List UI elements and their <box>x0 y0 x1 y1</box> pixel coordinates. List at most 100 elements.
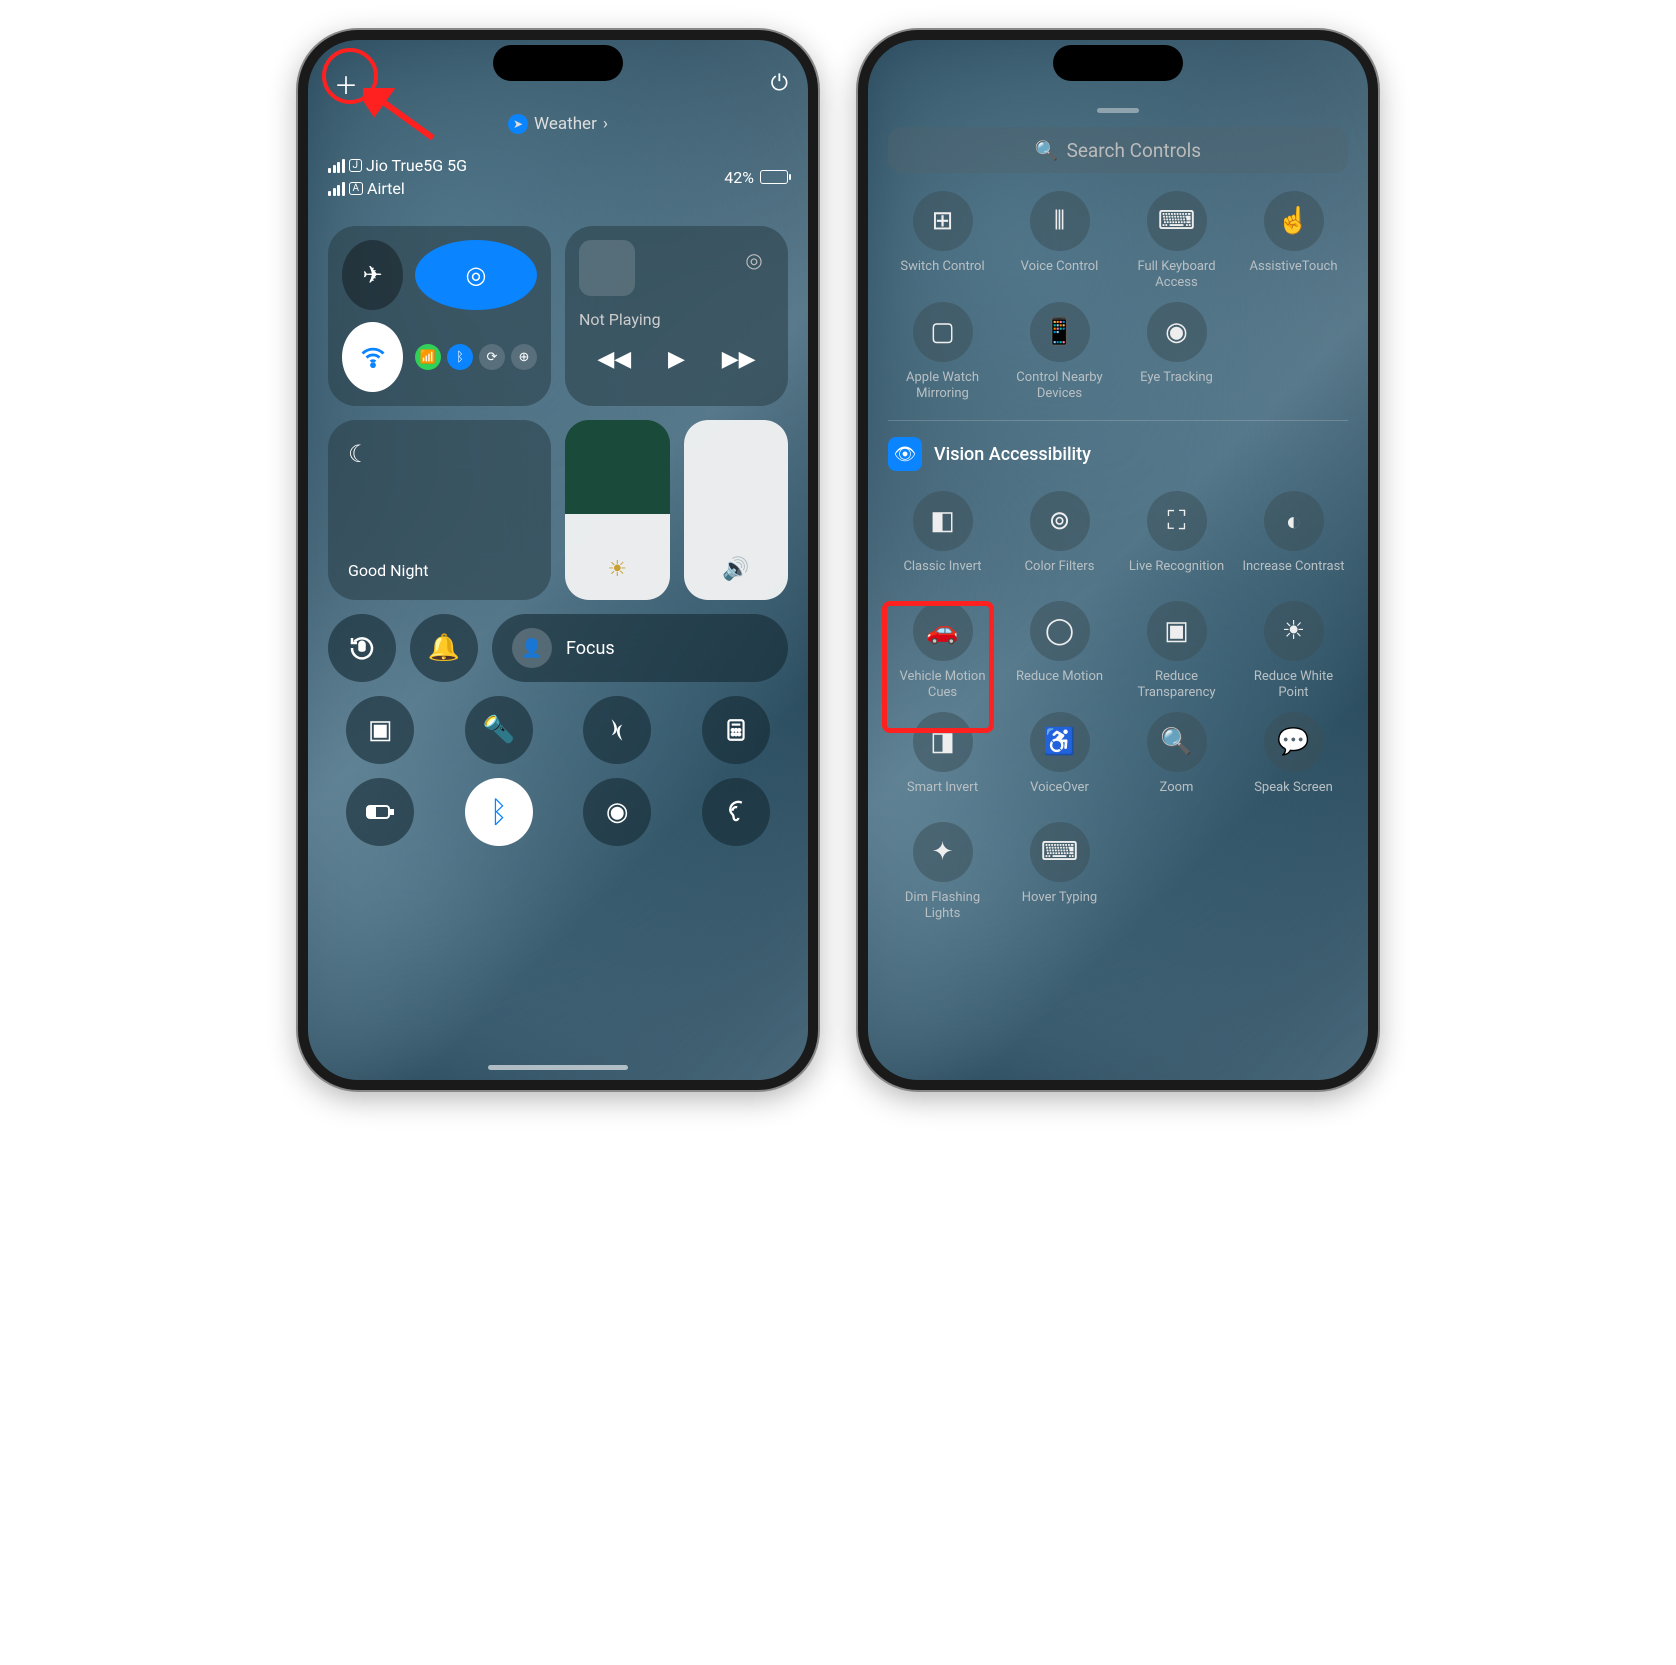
speak-screen-icon: 💬 <box>1264 712 1324 772</box>
rotation-lock-button[interactable] <box>328 614 396 682</box>
control-label: Smart Invert <box>907 780 978 812</box>
focus-pill-label: Focus <box>566 638 615 659</box>
volume-slider[interactable]: 🔊 <box>684 420 789 600</box>
control-label: Reduce Transparency <box>1122 669 1231 702</box>
dynamic-island <box>493 45 623 81</box>
control-label: Speak Screen <box>1254 780 1333 812</box>
control-hover-typing[interactable]: ⌨ Hover Typing <box>1005 822 1114 923</box>
cellular-button[interactable]: 📶 <box>415 344 441 370</box>
calculator-button[interactable] <box>702 696 770 764</box>
eye-tracking-icon: ◉ <box>1147 302 1207 362</box>
airdrop-button[interactable]: ◎ <box>415 240 537 310</box>
play-button[interactable]: ▶ <box>668 347 685 372</box>
hearing-button[interactable] <box>702 778 770 846</box>
dynamic-island <box>1053 45 1183 81</box>
hotspot-button[interactable]: ⟳ <box>479 344 505 370</box>
phone-right: 🔍 Search Controls ⊞ Switch Control ⦀Voice … <box>858 30 1378 1090</box>
control-reduce-motion[interactable]: ◯Reduce Motion <box>1005 601 1114 702</box>
shazam-button[interactable] <box>583 696 651 764</box>
control-voice-control[interactable]: ⦀Voice Control <box>1005 191 1114 292</box>
media-artwork <box>579 240 635 296</box>
carrier-1-name: Jio True5G 5G <box>366 156 467 175</box>
control-increase-contrast[interactable]: ◐ Increase Contrast <box>1239 491 1348 591</box>
control-label: Dim Flashing Lights <box>888 890 997 923</box>
control-label: AssistiveTouch <box>1250 259 1338 291</box>
connectivity-tile[interactable]: ✈ ◎ 📶 ᛒ ⟳ ⊕ <box>328 226 551 406</box>
control-label: Eye Tracking <box>1140 370 1213 402</box>
control-classic-invert[interactable]: ◧Classic Invert <box>888 491 997 591</box>
controls-grid-top: ⊞ Switch Control ⦀Voice Control⌨Full Keybo… <box>888 191 1348 402</box>
control-label: Switch Control <box>900 259 984 291</box>
control-label: Full Keyboard Access <box>1122 259 1231 292</box>
control-nearby-devices-icon: 📱 <box>1030 302 1090 362</box>
breadcrumb-app: Weather <box>534 114 597 134</box>
bluetooth-toggle-button[interactable]: ᛒ <box>465 778 533 846</box>
focus-button[interactable]: 👤 Focus <box>492 614 788 682</box>
media-tile[interactable]: ◎ Not Playing ◀◀ ▶ ▶▶ <box>565 226 788 406</box>
sheet-grabber[interactable] <box>1097 108 1139 113</box>
increase-contrast-icon: ◐ <box>1264 491 1324 551</box>
vpn-button[interactable]: ⊕ <box>511 344 537 370</box>
control-label: Zoom <box>1160 780 1194 812</box>
person-icon: 👤 <box>512 628 552 668</box>
control-voiceover[interactable]: ♿VoiceOver <box>1005 712 1114 812</box>
dim-flashing-lights-icon: ✦ <box>913 822 973 882</box>
signal-icon <box>328 182 345 196</box>
classic-invert-icon: ◧ <box>913 491 973 551</box>
sim-1-badge: J <box>349 159 363 172</box>
control-color-filters[interactable]: ⊚Color Filters <box>1005 491 1114 591</box>
control-reduce-transparency[interactable]: ▣ Reduce Transparency <box>1122 601 1231 702</box>
carrier-2-name: Airtel <box>367 179 405 198</box>
control-zoom[interactable]: 🔍 Zoom <box>1122 712 1231 812</box>
search-icon: 🔍 <box>1035 139 1059 162</box>
control-label: Reduce White Point <box>1239 669 1348 702</box>
control-label: Live Recognition <box>1129 559 1224 591</box>
silent-mode-button[interactable]: 🔔 <box>410 614 478 682</box>
flashlight-button[interactable]: 🔦 <box>465 696 533 764</box>
control-label: VoiceOver <box>1030 780 1089 812</box>
home-indicator[interactable] <box>488 1065 628 1070</box>
airplane-mode-button[interactable]: ✈ <box>342 240 403 310</box>
focus-tile[interactable]: ☾ Good Night <box>328 420 551 600</box>
power-button[interactable]: ⏻ <box>771 71 788 96</box>
color-filters-icon: ⊚ <box>1030 491 1090 551</box>
reduce-motion-icon: ◯ <box>1030 601 1090 661</box>
annotation-highlight <box>882 601 994 733</box>
control-label: Increase Contrast <box>1242 559 1344 591</box>
phone-left: ＋ ⏻ ➤ Weather › J Jio True5G 5G A <box>298 30 818 1090</box>
control-reduce-white-point[interactable]: ☀ Reduce White Point <box>1239 601 1348 702</box>
chevron-right-icon: › <box>603 114 608 134</box>
reduce-white-point-icon: ☀ <box>1264 601 1324 661</box>
airplay-icon[interactable]: ◎ <box>734 240 774 280</box>
control-assistivetouch[interactable]: ☝AssistiveTouch <box>1239 191 1348 292</box>
battery-icon <box>760 170 788 184</box>
media-status: Not Playing <box>579 310 774 329</box>
wifi-button[interactable] <box>342 322 403 392</box>
control-label: Hover Typing <box>1022 890 1097 922</box>
focus-tile-label: Good Night <box>348 561 531 580</box>
control-live-recognition[interactable]: ⛶ Live Recognition <box>1122 491 1231 591</box>
control-eye-tracking[interactable]: ◉ Eye Tracking <box>1122 302 1231 403</box>
forward-button[interactable]: ▶▶ <box>722 347 756 372</box>
switch-control-icon: ⊞ <box>913 191 973 251</box>
screen-record-button[interactable]: ◉ <box>583 778 651 846</box>
control-control-nearby-devices[interactable]: 📱Control Nearby Devices <box>1005 302 1114 403</box>
zoom-icon: 🔍 <box>1147 712 1207 772</box>
control-full-keyboard-access[interactable]: ⌨Full Keyboard Access <box>1122 191 1231 292</box>
volume-icon: 🔊 <box>722 557 749 582</box>
reduce-transparency-icon: ▣ <box>1147 601 1207 661</box>
control-switch-control[interactable]: ⊞ Switch Control <box>888 191 997 292</box>
screen-mirroring-button[interactable]: ▣ <box>346 696 414 764</box>
control-dim-flashing-lights[interactable]: ✦ Dim Flashing Lights <box>888 822 997 923</box>
live-recognition-icon: ⛶ <box>1147 491 1207 551</box>
brightness-slider[interactable]: ☀ <box>565 420 670 600</box>
hover-typing-icon: ⌨ <box>1030 822 1090 882</box>
control-speak-screen[interactable]: 💬 Speak Screen <box>1239 712 1348 812</box>
low-power-button[interactable] <box>346 778 414 846</box>
annotation-arrow <box>363 88 443 148</box>
rewind-button[interactable]: ◀◀ <box>597 347 631 372</box>
search-placeholder: Search Controls <box>1067 139 1202 162</box>
bluetooth-button[interactable]: ᛒ <box>447 344 473 370</box>
control-apple-watch-mirroring[interactable]: ▢Apple Watch Mirroring <box>888 302 997 403</box>
search-controls-field[interactable]: 🔍 Search Controls <box>888 127 1348 173</box>
